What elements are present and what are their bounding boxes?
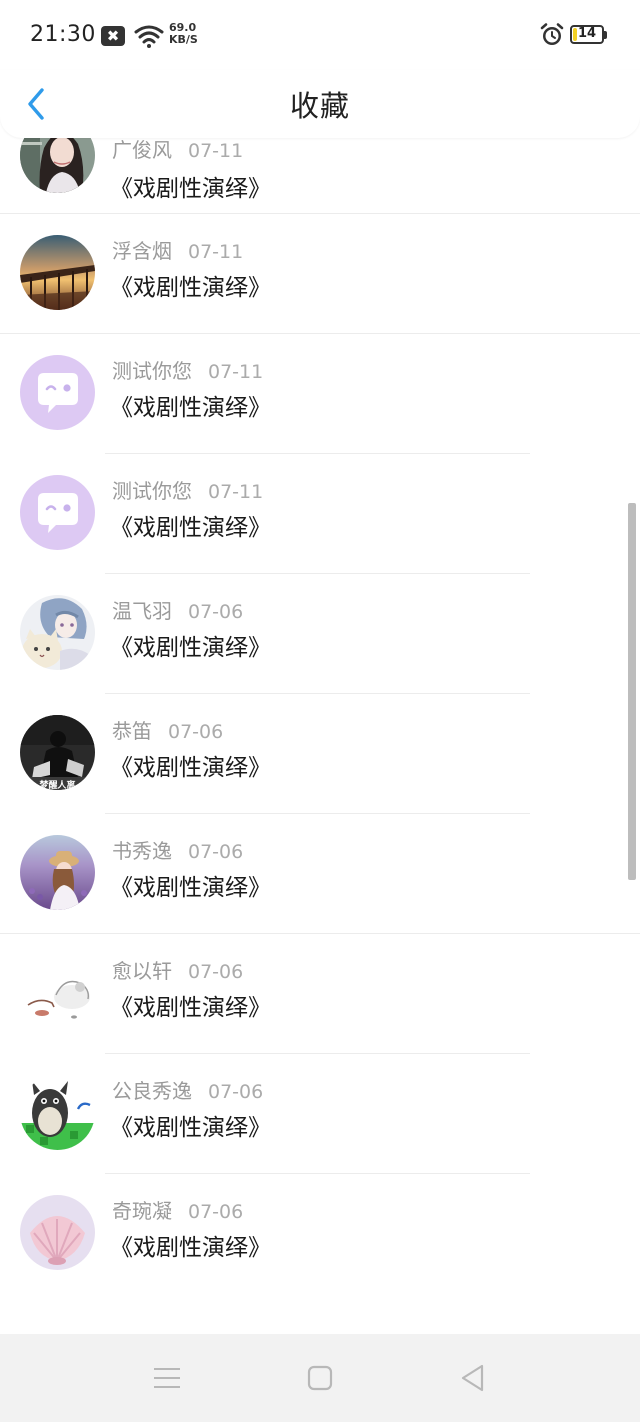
item-title[interactable]: 《戏剧性演绎》 xyxy=(110,388,271,422)
menu-lines-icon xyxy=(154,1368,180,1388)
item-name-text: 温飞羽 xyxy=(112,599,172,623)
item-title[interactable]: 《戏剧性演绎》 xyxy=(110,988,271,1022)
list-item[interactable]: 温飞羽 07-06 《戏剧性演绎》 xyxy=(0,573,640,693)
avatar[interactable] xyxy=(20,595,95,670)
network-speed-unit: KB/S xyxy=(169,33,198,46)
item-name: 浮含烟 07-11 xyxy=(112,235,243,264)
list-item[interactable]: 梦醒人离 恭笛 07-06 《戏剧性演绎》 xyxy=(0,693,640,813)
item-date: 07-11 xyxy=(188,140,244,162)
item-date: 07-06 xyxy=(168,721,224,743)
item-date: 07-06 xyxy=(188,961,244,983)
item-name-text: 浮含烟 xyxy=(112,239,172,263)
avatar[interactable] xyxy=(20,475,95,550)
item-name-text: 书秀逸 xyxy=(112,839,172,863)
avatar[interactable] xyxy=(20,355,95,430)
chat-bubble-icon xyxy=(20,355,95,430)
wifi-icon xyxy=(134,25,164,48)
home-button[interactable] xyxy=(300,1362,340,1394)
avatar[interactable] xyxy=(20,955,95,1030)
item-date: 07-11 xyxy=(208,481,264,503)
item-date: 07-06 xyxy=(188,601,244,623)
status-time: 21:30 xyxy=(30,22,96,47)
item-title[interactable]: 《戏剧性演绎》 xyxy=(110,1108,271,1142)
item-name-text: 奇琬凝 xyxy=(112,1199,172,1223)
alarm-clock-icon xyxy=(540,23,564,45)
item-name: 愈以轩 07-06 xyxy=(112,955,243,984)
item-name-text: 广俊风 xyxy=(112,138,172,162)
avatar[interactable]: 梦醒人离 xyxy=(20,715,95,790)
back-triangle-icon xyxy=(461,1364,484,1392)
page-title: 收藏 xyxy=(289,89,350,123)
item-title[interactable]: 《戏剧性演绎》 xyxy=(110,748,271,782)
item-name: 广俊风 07-11 xyxy=(112,134,243,163)
close-box-icon: ✖ xyxy=(101,26,125,46)
back-system-button[interactable] xyxy=(452,1362,492,1394)
item-name: 奇琬凝 07-06 xyxy=(112,1195,243,1224)
item-name-text: 测试你您 xyxy=(112,359,192,383)
item-title[interactable]: 《戏剧性演绎》 xyxy=(110,628,271,662)
nav-bar: 收藏 xyxy=(0,70,640,138)
avatar[interactable] xyxy=(20,1075,95,1150)
item-date: 07-06 xyxy=(208,1081,264,1103)
list-item[interactable]: 奇琬凝 07-06 《戏剧性演绎》 xyxy=(0,1173,640,1293)
item-title[interactable]: 《戏剧性演绎》 xyxy=(110,169,271,203)
avatar[interactable] xyxy=(20,835,95,910)
item-name-text: 测试你您 xyxy=(112,479,192,503)
item-name: 测试你您 07-11 xyxy=(112,355,263,384)
item-name: 温飞羽 07-06 xyxy=(112,595,243,624)
list-item[interactable]: 公良秀逸 07-06 《戏剧性演绎》 xyxy=(0,1053,640,1173)
item-title[interactable]: 《戏剧性演绎》 xyxy=(110,508,271,542)
item-name-text: 愈以轩 xyxy=(112,959,172,983)
favorites-list-content: 广俊风 07-11 《戏剧性演绎》 浮含烟 07-11 《戏剧性演绎》 测试你您… xyxy=(0,93,640,1293)
favorites-list[interactable]: 广俊风 07-11 《戏剧性演绎》 浮含烟 07-11 《戏剧性演绎》 测试你您… xyxy=(0,93,640,1334)
system-nav-bar xyxy=(0,1334,640,1422)
battery-icon: 14 xyxy=(570,25,607,44)
avatar-caption: 梦醒人离 xyxy=(39,779,75,790)
avatar[interactable] xyxy=(20,235,95,310)
item-name: 恭笛 07-06 xyxy=(112,715,223,744)
avatar[interactable] xyxy=(20,1195,95,1270)
item-title[interactable]: 《戏剧性演绎》 xyxy=(110,1228,271,1262)
scrollbar-thumb[interactable] xyxy=(628,503,636,880)
recent-apps-button[interactable] xyxy=(147,1362,187,1394)
item-name-text: 公良秀逸 xyxy=(112,1079,192,1103)
item-name: 测试你您 07-11 xyxy=(112,475,263,504)
item-date: 07-11 xyxy=(208,361,264,383)
item-date: 07-06 xyxy=(188,841,244,863)
list-item[interactable]: 愈以轩 07-06 《戏剧性演绎》 xyxy=(0,933,640,1053)
list-item[interactable]: 测试你您 07-11 《戏剧性演绎》 xyxy=(0,333,640,453)
item-title[interactable]: 《戏剧性演绎》 xyxy=(110,868,271,902)
item-name: 公良秀逸 07-06 xyxy=(112,1075,263,1104)
home-square-icon xyxy=(307,1365,333,1391)
list-item[interactable]: 测试你您 07-11 《戏剧性演绎》 xyxy=(0,453,640,573)
item-name-text: 恭笛 xyxy=(112,719,152,743)
chat-bubble-icon xyxy=(20,475,95,550)
item-title[interactable]: 《戏剧性演绎》 xyxy=(110,268,271,302)
status-bar: 21:30 ✖ 69.0 KB/S 14 xyxy=(0,0,640,70)
list-item[interactable]: 浮含烟 07-11 《戏剧性演绎》 xyxy=(0,213,640,333)
item-name: 书秀逸 07-06 xyxy=(112,835,243,864)
item-date: 07-06 xyxy=(188,1201,244,1223)
item-date: 07-11 xyxy=(188,241,244,263)
battery-level: 14 xyxy=(577,26,597,41)
network-speed: 69.0 KB/S xyxy=(169,22,209,46)
list-item[interactable]: 书秀逸 07-06 《戏剧性演绎》 xyxy=(0,813,640,933)
